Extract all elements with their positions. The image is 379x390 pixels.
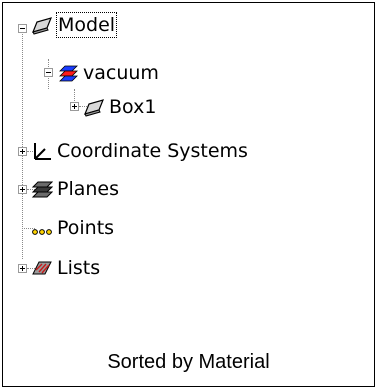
tree-item-label: Lists xyxy=(57,257,101,279)
expand-toggle-lists[interactable] xyxy=(18,264,27,273)
block-icon xyxy=(83,97,105,117)
model-tree: Model vacuum Box1 Coordinate Systems Pla… xyxy=(3,3,374,386)
axes-icon xyxy=(31,141,53,161)
tree-item-label: Points xyxy=(57,217,115,239)
tree-item-model[interactable]: Model xyxy=(31,11,118,39)
tree-item-points[interactable]: Points xyxy=(31,214,114,242)
collapse-toggle-model[interactable] xyxy=(18,24,27,33)
tree-item-label: Model xyxy=(55,12,118,38)
tree-item-label: Coordinate Systems xyxy=(57,140,248,162)
lists-icon xyxy=(31,258,53,278)
tree-item-planes[interactable]: Planes xyxy=(31,175,119,203)
expand-toggle-coordinate-systems[interactable] xyxy=(18,147,27,156)
sort-caption: Sorted by Material xyxy=(107,351,270,373)
block-icon xyxy=(31,15,53,35)
expand-toggle-box1[interactable] xyxy=(70,102,79,111)
tree-item-box1[interactable]: Box1 xyxy=(83,93,156,121)
tree-item-label: Planes xyxy=(57,178,120,200)
tree-panel: Model vacuum Box1 Coordinate Systems Pla… xyxy=(2,2,375,387)
tree-item-label: vacuum xyxy=(83,62,159,84)
tree-item-coordinate-systems[interactable]: Coordinate Systems xyxy=(31,137,248,165)
tree-connector xyxy=(22,29,23,259)
tree-item-lists[interactable]: Lists xyxy=(31,254,100,282)
expand-toggle-planes[interactable] xyxy=(18,185,27,194)
points-icon xyxy=(31,218,53,238)
collapse-toggle-vacuum[interactable] xyxy=(44,68,53,77)
material-icon xyxy=(57,63,79,83)
planes-icon xyxy=(31,179,53,199)
tree-item-label: Box1 xyxy=(109,96,157,118)
tree-item-vacuum[interactable]: vacuum xyxy=(57,59,159,87)
